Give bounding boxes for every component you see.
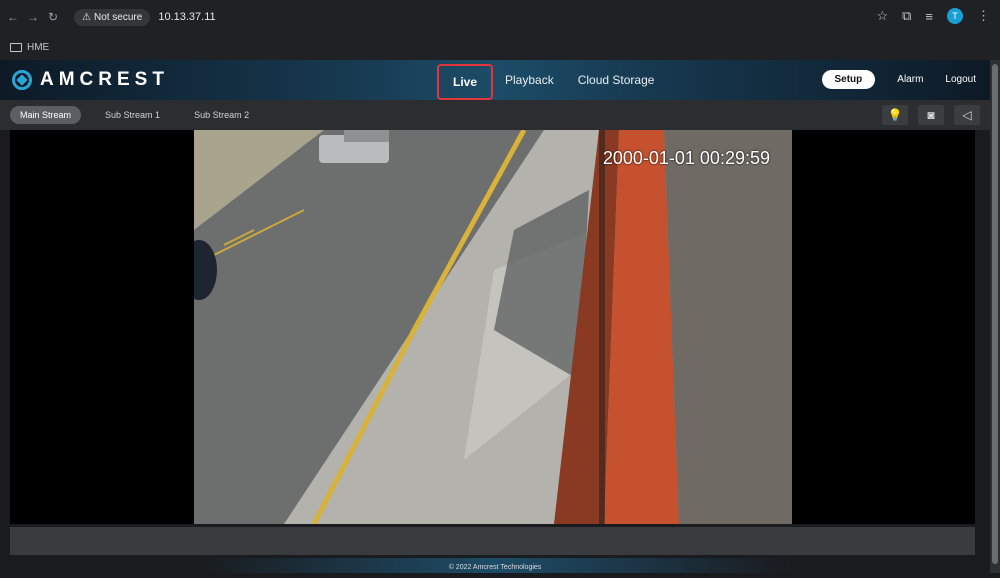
speaker-mute-icon[interactable]: ◁ — [954, 105, 980, 125]
security-indicator[interactable]: ⚠ Not secure — [74, 8, 151, 26]
logout-link[interactable]: Logout — [945, 74, 976, 85]
alarm-link[interactable]: Alarm — [897, 74, 923, 85]
light-bulb-icon[interactable]: 💡 — [882, 105, 908, 125]
video-player[interactable]: 2000-01-01 00:29:59 — [10, 130, 975, 524]
tab-cloud-storage[interactable]: Cloud Storage — [566, 73, 667, 87]
url-text[interactable]: 10.13.37.11 — [158, 11, 215, 23]
camera-feed[interactable]: 2000-01-01 00:29:59 — [194, 130, 792, 524]
forward-icon[interactable]: → — [26, 10, 40, 24]
folder-icon — [10, 42, 22, 52]
camera-feed-image — [194, 130, 792, 524]
footer-copyright: © 2022 Amcrest Technologies — [0, 558, 990, 573]
tab-live[interactable]: Live — [437, 64, 493, 100]
bookmarks-bar: HME — [0, 34, 1000, 60]
bookmark-folder-hme[interactable]: HME — [27, 42, 49, 53]
tab-sub-stream-1[interactable]: Sub Stream 1 — [95, 106, 170, 124]
reading-list-icon[interactable]: ≡ — [925, 9, 933, 24]
app-header: AMCREST Live Playback Cloud Storage Setu… — [0, 60, 990, 100]
tab-playback[interactable]: Playback — [493, 73, 566, 87]
back-icon[interactable]: ← — [6, 10, 20, 24]
address-bar[interactable]: ⚠ Not secure 10.13.37.11 — [74, 6, 216, 28]
tab-sub-stream-2[interactable]: Sub Stream 2 — [184, 106, 259, 124]
extensions-icon[interactable]: ⧉ — [902, 8, 911, 24]
setup-button[interactable]: Setup — [821, 70, 876, 89]
camera-snapshot-icon[interactable]: ◙ — [918, 105, 944, 125]
profile-avatar[interactable]: T — [947, 8, 963, 24]
page-scrollbar[interactable] — [990, 60, 1000, 573]
tab-main-stream[interactable]: Main Stream — [10, 106, 82, 124]
bookmark-star-icon[interactable]: ☆ — [876, 8, 888, 24]
main-nav: Live Playback Cloud Storage — [437, 64, 667, 100]
browser-toolbar: ← → ↻ ⚠ Not secure 10.13.37.11 ☆ ⧉ ≡ T ⋮ — [0, 0, 1000, 34]
video-timestamp: 2000-01-01 00:29:59 — [602, 148, 770, 168]
reload-icon[interactable]: ↻ — [46, 10, 60, 24]
scrollbar-thumb[interactable] — [992, 64, 998, 564]
stream-selector: Main Stream Sub Stream 1 Sub Stream 2 💡 … — [0, 100, 990, 130]
amcrest-logo-icon — [12, 70, 32, 90]
menu-icon[interactable]: ⋮ — [977, 8, 990, 24]
warning-icon: ⚠ — [82, 11, 91, 23]
player-status-bar — [10, 527, 975, 555]
brand-logo: AMCREST — [12, 69, 169, 91]
